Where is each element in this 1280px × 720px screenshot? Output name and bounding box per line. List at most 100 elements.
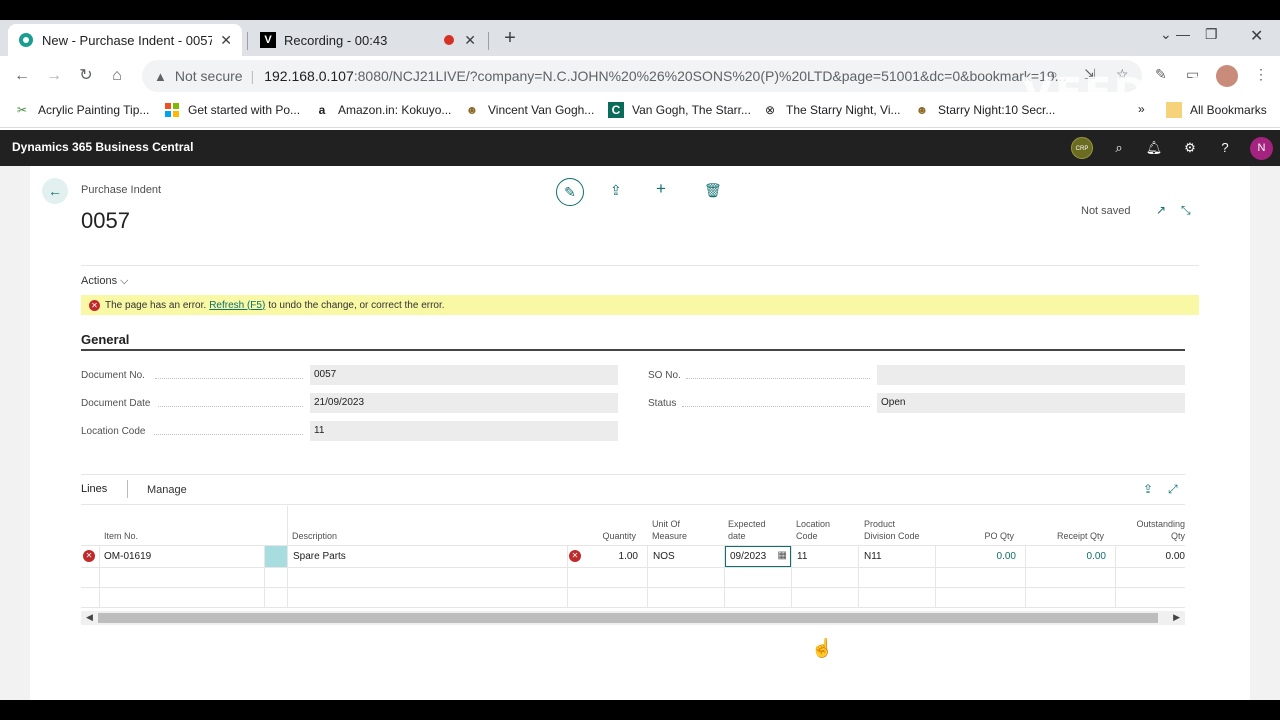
all-bookmarks-label: All Bookmarks xyxy=(1190,103,1267,117)
reload-icon[interactable]: ↻ xyxy=(76,66,96,86)
new-tab-button[interactable]: + xyxy=(498,26,522,50)
chevron-down-icon: ⌵ xyxy=(120,275,129,287)
cell-outstanding-qty[interactable]: 0.00 xyxy=(1120,551,1185,562)
cell-location-code[interactable]: 11 xyxy=(797,551,853,562)
so-no-label: SO No. xyxy=(648,370,681,381)
status-label: Status xyxy=(648,398,677,409)
scroll-left-icon[interactable]: ◀ xyxy=(86,612,93,623)
amazon-icon: a xyxy=(318,103,326,117)
quantity-error-icon[interactable]: ✕ xyxy=(569,550,581,562)
document-no-label: Document No. xyxy=(81,370,145,381)
tab-recording[interactable]: V Recording - 00:43 ✕ xyxy=(250,24,486,56)
home-icon[interactable]: ⌂ xyxy=(107,66,127,86)
bookmark-item[interactable]: Get started with Po... xyxy=(164,102,300,118)
col-expected-date[interactable]: Expected date xyxy=(728,518,766,542)
actions-menu[interactable]: Actions ⌵ xyxy=(81,275,128,288)
refresh-link[interactable]: Refresh (F5) xyxy=(209,300,265,311)
bookmark-item[interactable]: C Van Gogh, The Starr... xyxy=(608,102,751,118)
calendar-icon[interactable]: ▦ xyxy=(778,550,787,561)
share-icon[interactable]: ⇪ xyxy=(610,182,622,199)
company-badge[interactable]: CRP xyxy=(1071,137,1093,159)
grid-line xyxy=(81,545,1185,546)
portrait-icon: ☻ xyxy=(465,103,479,117)
cell-po-qty[interactable]: 0.00 xyxy=(940,551,1016,562)
col-product-division-code[interactable]: Product Division Code xyxy=(864,518,920,542)
col-item-no[interactable]: Item No. xyxy=(104,530,138,542)
bookmark-item[interactable]: ✂ Acrylic Painting Tip... xyxy=(14,102,149,118)
cell-quantity[interactable]: 1.00 xyxy=(586,551,638,562)
menu-icon[interactable]: ⋮ xyxy=(1254,66,1268,83)
bookmark-item[interactable]: ☻ Vincent Van Gogh... xyxy=(464,102,595,118)
col-quantity[interactable]: Quantity xyxy=(590,530,636,542)
horizontal-scrollbar[interactable]: ◀ ▶ xyxy=(81,611,1185,625)
tab-search-icon[interactable]: ⌄ xyxy=(1160,26,1172,43)
general-section-title[interactable]: General xyxy=(81,332,129,347)
close-window-icon[interactable]: ✕ xyxy=(1250,26,1263,46)
col-description[interactable]: Description xyxy=(292,530,337,542)
document-no-field[interactable]: 0057 xyxy=(310,365,618,385)
edit-button[interactable]: ✎ xyxy=(556,178,584,206)
grid-line xyxy=(287,506,288,608)
document-date-label: Document Date xyxy=(81,398,151,409)
scroll-right-icon[interactable]: ▶ xyxy=(1173,612,1180,623)
all-bookmarks[interactable]: All Bookmarks xyxy=(1166,102,1267,118)
gear-icon[interactable]: ⚙ xyxy=(1181,139,1199,157)
search-icon[interactable]: ⌕ xyxy=(1110,139,1128,157)
bookmark-item[interactable]: ⊗ The Starry Night, Vi... xyxy=(762,102,901,118)
bookmark-item[interactable]: ☻ Starry Night:10 Secr... xyxy=(914,102,1056,118)
location-code-field[interactable]: 11 xyxy=(310,421,618,441)
grid-line xyxy=(791,546,792,608)
share-icon[interactable]: ⇪ xyxy=(1143,482,1153,496)
row-selector-cell[interactable] xyxy=(265,546,287,567)
cell-item-no[interactable]: OM-01619 xyxy=(104,551,259,562)
cell-receipt-qty[interactable]: 0.00 xyxy=(1030,551,1106,562)
help-icon[interactable]: ? xyxy=(1216,139,1234,157)
back-button[interactable]: ← xyxy=(42,178,68,204)
forward-icon[interactable]: → xyxy=(44,66,64,86)
grid-line xyxy=(647,546,648,608)
cell-unit-of-measure[interactable]: NOS xyxy=(653,551,719,562)
col-unit-of-measure[interactable]: Unit Of Measure xyxy=(652,518,687,542)
so-no-field[interactable] xyxy=(877,365,1185,385)
restore-icon[interactable]: ❐ xyxy=(1205,26,1218,43)
col-po-qty[interactable]: PO Qty xyxy=(960,530,1014,542)
bookmark-label: Acrylic Painting Tip... xyxy=(38,103,150,117)
manage-menu[interactable]: Manage xyxy=(147,484,187,496)
tab-title: Recording - 00:43 xyxy=(284,32,388,48)
address-bar[interactable]: ▲ Not secure | 192.168.0.107 :8080/NCJ21… xyxy=(142,60,1142,92)
open-new-window-icon[interactable]: ↗ xyxy=(1156,203,1166,217)
url-host: 192.168.0.107 xyxy=(264,68,354,84)
close-tab-icon[interactable]: ✕ xyxy=(220,32,232,49)
tab-purchase-indent[interactable]: New - Purchase Indent - 0057 - D ✕ xyxy=(8,24,242,56)
col-outstanding-qty[interactable]: Outstanding Qty xyxy=(1120,518,1185,542)
status-field[interactable]: Open xyxy=(877,393,1185,413)
expand-icon[interactable]: ⤢ xyxy=(1168,482,1178,497)
minimize-icon[interactable]: — xyxy=(1176,26,1190,42)
collapse-icon[interactable]: ⤡ xyxy=(1181,203,1191,218)
col-location-code[interactable]: Location Code xyxy=(796,518,830,542)
scroll-thumb[interactable] xyxy=(98,613,1158,623)
bookmark-item[interactable]: a Amazon.in: Kokuyo... xyxy=(314,102,452,118)
leader-dots xyxy=(154,434,303,435)
hand-cursor-icon: ☝ xyxy=(811,638,834,658)
cell-description[interactable]: Spare Parts xyxy=(293,551,563,562)
bookmarks-bar: ✂ Acrylic Painting Tip... Get started wi… xyxy=(0,94,1280,128)
cell-product-division-code[interactable]: N11 xyxy=(864,551,930,562)
back-icon[interactable]: ← xyxy=(12,66,32,86)
document-date-field[interactable]: 21/09/2023 xyxy=(310,393,618,413)
browser-toolbar: ← → ↻ ⌂ ▲ Not secure | 192.168.0.107 :80… xyxy=(0,56,1280,116)
app-title[interactable]: Dynamics 365 Business Central xyxy=(12,140,193,154)
profile-avatar[interactable] xyxy=(1216,65,1238,87)
new-icon[interactable]: + xyxy=(656,179,666,199)
expected-date-input[interactable]: 09/2023 ▦ xyxy=(725,546,791,567)
grid-line xyxy=(81,567,1185,568)
delete-icon[interactable]: 🗑︎ xyxy=(704,182,722,199)
lines-title[interactable]: Lines xyxy=(81,483,107,495)
close-tab-icon[interactable]: ✕ xyxy=(464,32,476,49)
error-banner: ✕ The page has an error. Refresh (F5) to… xyxy=(81,295,1199,315)
row-error-icon[interactable]: ✕ xyxy=(83,550,95,562)
bell-icon[interactable]: 🔔︎ xyxy=(1145,139,1163,157)
bookmarks-overflow[interactable]: » xyxy=(1138,102,1145,116)
user-avatar[interactable]: N xyxy=(1250,137,1273,160)
col-receipt-qty[interactable]: Receipt Qty xyxy=(1040,530,1104,542)
